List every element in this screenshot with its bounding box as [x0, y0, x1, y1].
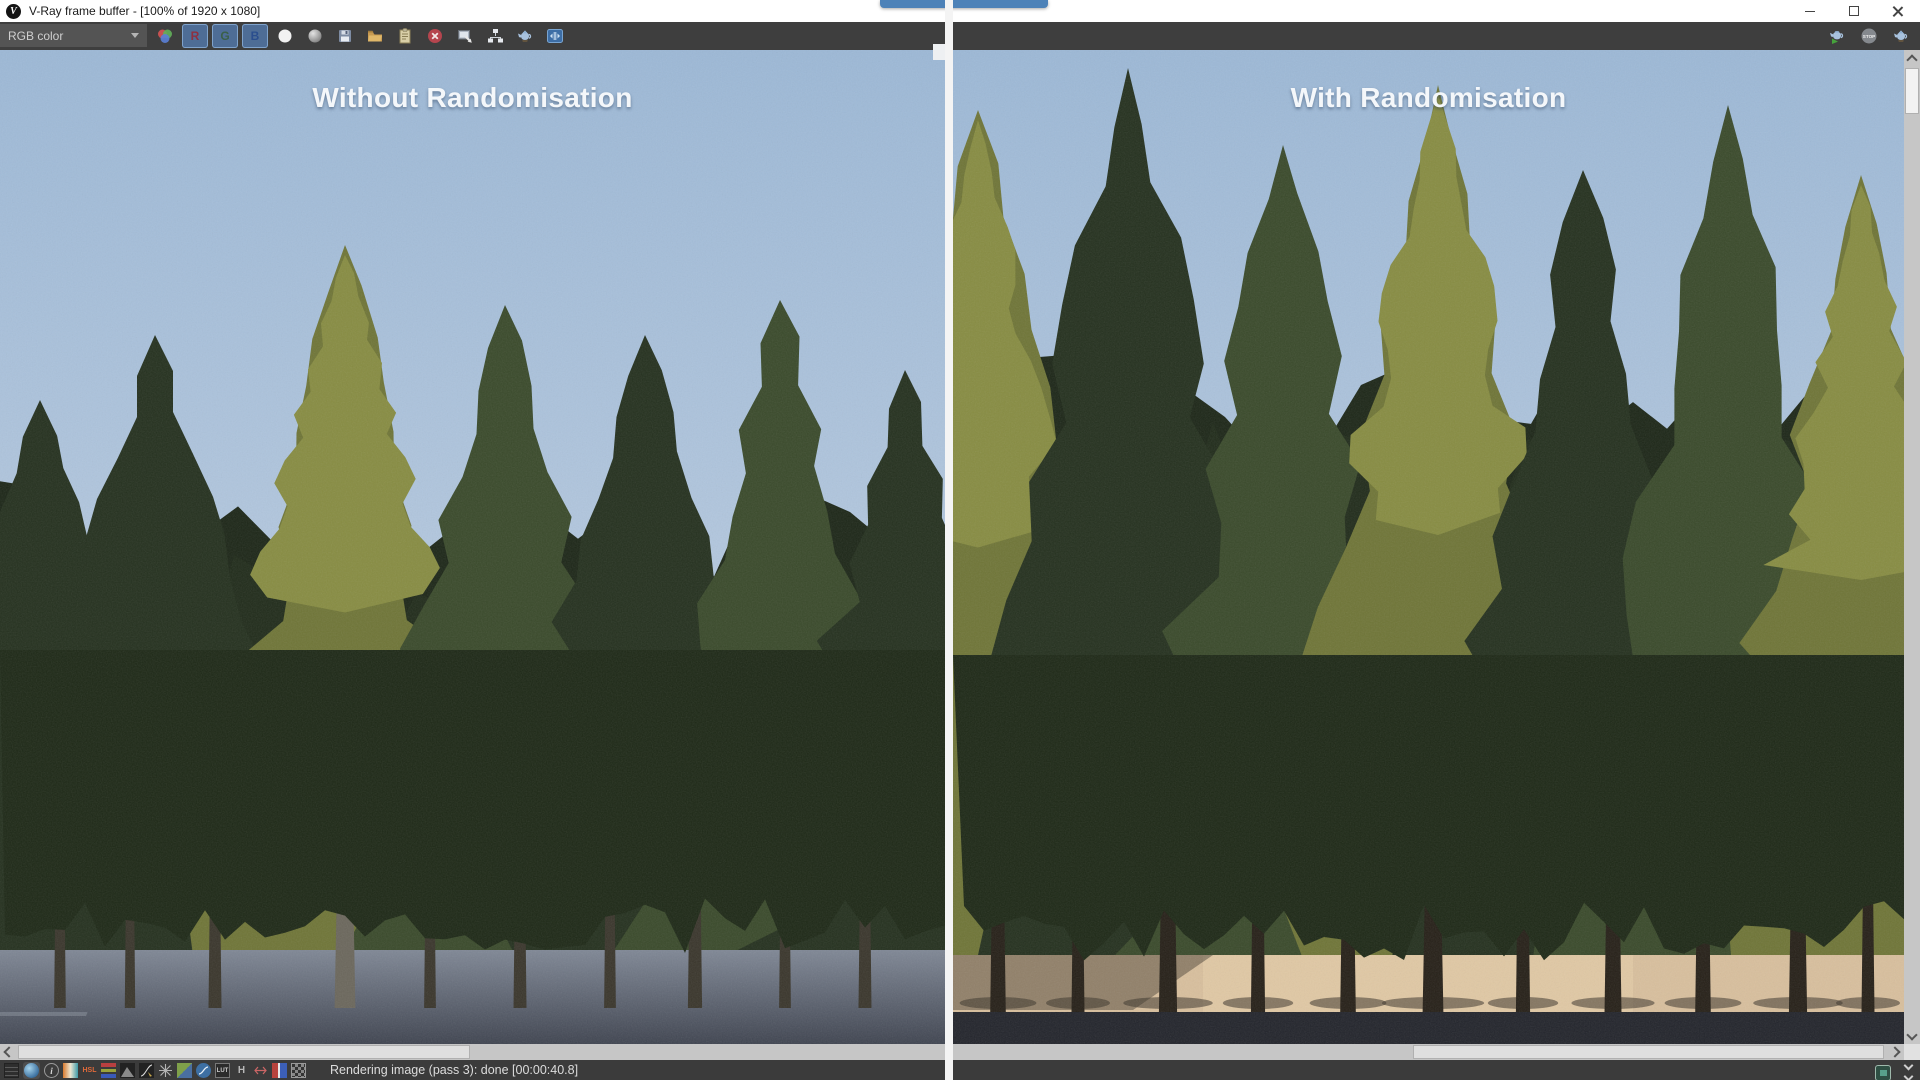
right-caption: With Randomisation: [953, 82, 1904, 114]
render-status-message: Rendering image (pass 3): done [00:00:40…: [330, 1060, 578, 1080]
teapot-icon: [1892, 27, 1910, 45]
levels-icon[interactable]: [120, 1063, 135, 1078]
vray-logo-icon: V: [6, 4, 21, 19]
compare-handle[interactable]: [880, 0, 1048, 8]
contrast-curve-icon[interactable]: [196, 1063, 211, 1078]
stop-render-button[interactable]: STOP: [1856, 24, 1882, 48]
expand-statusbar-button[interactable]: [1905, 1062, 1912, 1080]
node-tree-icon: [486, 27, 504, 45]
render-view-without-randomisation: Without Randomisation: [0, 50, 945, 1044]
hsl-correction-icon[interactable]: HSL: [82, 1063, 97, 1078]
vertical-scrollbar[interactable]: [1904, 50, 1920, 1044]
color-balance-icon[interactable]: [101, 1063, 116, 1078]
white-balance-icon[interactable]: [177, 1063, 192, 1078]
clear-image-button[interactable]: [422, 24, 448, 48]
scroll-down-button[interactable]: [1904, 1028, 1920, 1044]
chevron-right-icon: [1889, 1046, 1900, 1057]
green-channel-button[interactable]: G: [212, 24, 238, 48]
pane-divider: [945, 0, 953, 1080]
load-image-button[interactable]: [362, 24, 388, 48]
scroll-left-button[interactable]: [0, 1044, 16, 1060]
corrections-panel-icon[interactable]: [4, 1063, 19, 1078]
left-caption: Without Randomisation: [0, 82, 945, 114]
chevron-up-icon: [1906, 54, 1917, 65]
chevron-down-icon: [131, 33, 139, 38]
monitor-arrow-icon: [456, 27, 474, 45]
color-clamp-icon[interactable]: [1875, 1065, 1891, 1080]
clear-x-icon: [426, 27, 444, 45]
v-scroll-thumb[interactable]: [1905, 68, 1919, 114]
forest-render-right: [953, 50, 1904, 1044]
monochrome-button[interactable]: [302, 24, 328, 48]
horizontal-scrollbar-right[interactable]: [953, 1044, 1904, 1060]
info-icon[interactable]: i: [44, 1063, 59, 1078]
interactive-render-button[interactable]: [1824, 24, 1850, 48]
alpha-circle-icon: [276, 27, 294, 45]
clipboard-icon: [396, 27, 414, 45]
forest-render-left: [0, 50, 945, 1044]
srgb-globe-icon: [24, 1063, 39, 1078]
channel-dropdown-value: RGB color: [8, 29, 63, 43]
icc-profile-icon[interactable]: [253, 1063, 268, 1078]
scrollbar-corner: [1904, 1044, 1920, 1060]
rgb-channels-button[interactable]: [152, 24, 178, 48]
svg-text:STOP: STOP: [1863, 34, 1875, 39]
close-button[interactable]: [1876, 0, 1920, 22]
channel-dropdown[interactable]: RGB color: [0, 24, 147, 47]
save-icon: [336, 27, 354, 45]
duplicate-buffer-button[interactable]: [452, 24, 478, 48]
gradient-correction-icon[interactable]: [63, 1063, 78, 1078]
minimize-button[interactable]: [1788, 0, 1832, 22]
vfb-toolbar: RGB color R G B: [0, 22, 1920, 51]
teapot-icon: [516, 27, 534, 45]
srgb-toggle[interactable]: [23, 1062, 40, 1079]
restore-button[interactable]: [1832, 0, 1876, 22]
compare-horizontal-icon: [546, 27, 564, 45]
scroll-up-button[interactable]: [1904, 50, 1920, 66]
blue-channel-label: B: [251, 29, 260, 43]
status-bar: i HSL LUT H Rendering image (pass 3): d: [0, 1060, 1920, 1080]
pixel-grid-icon[interactable]: [291, 1063, 306, 1078]
blue-channel-button[interactable]: B: [242, 24, 268, 48]
restore-icon: [1849, 6, 1859, 16]
heatmap-icon[interactable]: H: [234, 1063, 249, 1078]
save-image-button[interactable]: [332, 24, 358, 48]
window-title: V-Ray frame buffer - [100% of 1920 x 108…: [29, 4, 260, 18]
vray-frame-buffer-window: V V-Ray frame buffer - [100% of 1920 x 1…: [0, 0, 1920, 1080]
chevron-down-icon: [1904, 1061, 1914, 1071]
teapot-play-icon: [1828, 27, 1846, 45]
stop-icon: STOP: [1860, 27, 1878, 45]
mono-sphere-icon: [306, 27, 324, 45]
copy-to-clipboard-button[interactable]: [392, 24, 418, 48]
alpha-channel-button[interactable]: [272, 24, 298, 48]
chevron-down-icon: [1906, 1029, 1917, 1040]
scroll-right-button[interactable]: [1888, 1044, 1904, 1060]
node-tree-button[interactable]: [482, 24, 508, 48]
red-channel-label: R: [191, 29, 200, 43]
chevron-down-icon: [1904, 1072, 1914, 1080]
lut-icon[interactable]: LUT: [215, 1063, 230, 1078]
folder-icon: [366, 27, 384, 45]
ab-channels-icon[interactable]: [272, 1063, 287, 1078]
green-channel-label: G: [220, 29, 229, 43]
horizontal-scrollbar-left[interactable]: [0, 1044, 945, 1060]
filmic-tonemap-icon[interactable]: [158, 1063, 173, 1078]
close-icon: [1893, 6, 1903, 16]
chevron-left-icon: [3, 1046, 14, 1057]
compare-ab-button[interactable]: [542, 24, 568, 48]
minimize-icon: [1805, 11, 1815, 12]
render-last-button[interactable]: [1888, 24, 1914, 48]
h-scroll-thumb-right[interactable]: [1413, 1045, 1884, 1059]
render-button[interactable]: [512, 24, 538, 48]
left-pane-scrollbar-remnant: [933, 44, 945, 60]
rgb-circles-icon: [156, 27, 174, 45]
curves-icon[interactable]: [139, 1063, 154, 1078]
render-view-with-randomisation: With Randomisation: [953, 50, 1904, 1044]
red-channel-button[interactable]: R: [182, 24, 208, 48]
h-scroll-thumb-left[interactable]: [18, 1045, 470, 1059]
